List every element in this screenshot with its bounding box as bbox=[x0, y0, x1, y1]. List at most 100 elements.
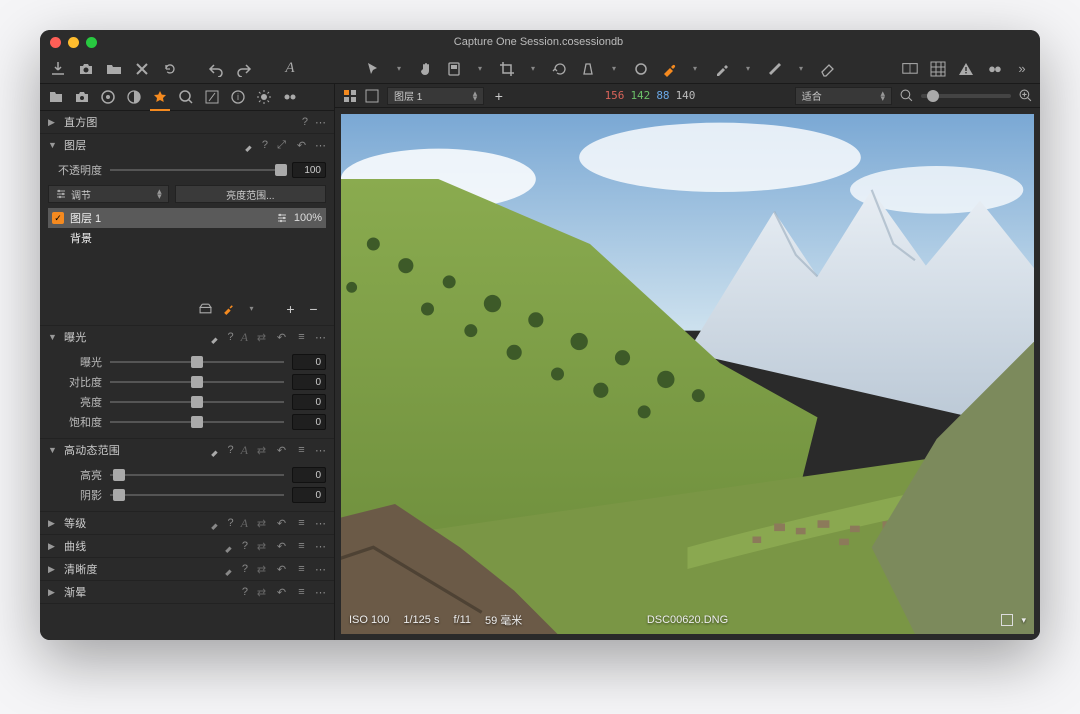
cursor-icon[interactable] bbox=[365, 61, 381, 77]
reset-panel-icon[interactable]: ↶ bbox=[275, 331, 288, 344]
auto-icon[interactable]: A bbox=[241, 330, 248, 345]
help-icon[interactable]: ? bbox=[228, 331, 234, 343]
panel-collapsed-header[interactable]: ▶ 清晰度 ? ⇄ ↶ ≡ ⋯ bbox=[40, 558, 334, 580]
preset-icon[interactable]: ≡ bbox=[295, 331, 308, 344]
remove-layer-icon[interactable]: − bbox=[307, 302, 320, 315]
gradient-chevron-icon[interactable]: ▾ bbox=[795, 62, 808, 75]
expand-icon[interactable]: ⤢ bbox=[275, 139, 288, 152]
help-icon[interactable]: ? bbox=[242, 540, 248, 552]
tab-details-icon[interactable] bbox=[178, 89, 194, 105]
close-icon[interactable] bbox=[134, 61, 150, 77]
panel-layers-header[interactable]: ▼ 图层 ? ⤢ ↶ ⋯ bbox=[40, 134, 334, 156]
slider[interactable] bbox=[110, 468, 284, 482]
eyedropper-chevron-icon[interactable]: ▾ bbox=[742, 62, 755, 75]
preset-icon[interactable]: ≡ bbox=[295, 540, 308, 553]
crop-chevron-icon[interactable]: ▾ bbox=[527, 62, 540, 75]
hand-icon[interactable] bbox=[418, 61, 434, 77]
reset-panel-icon[interactable]: ↶ bbox=[275, 586, 288, 599]
menu-icon[interactable]: ⋯ bbox=[315, 444, 326, 457]
slider[interactable] bbox=[110, 415, 284, 429]
brush-mask-chevron-icon[interactable]: ▾ bbox=[689, 62, 702, 75]
panel-collapsed-header[interactable]: ▶ 等级 ? A ⇄ ↶ ≡ ⋯ bbox=[40, 512, 334, 534]
erase-mask-icon[interactable] bbox=[820, 61, 836, 77]
import-icon[interactable] bbox=[50, 61, 66, 77]
auto-icon[interactable]: A bbox=[241, 516, 248, 531]
preset-icon[interactable]: ≡ bbox=[295, 444, 308, 457]
tab-metadata-icon[interactable]: i bbox=[230, 89, 246, 105]
warning-icon[interactable] bbox=[958, 61, 974, 77]
tab-output-icon[interactable] bbox=[256, 89, 272, 105]
reset-panel-icon[interactable]: ↶ bbox=[275, 563, 288, 576]
panel-collapsed-header[interactable]: ▶ 渐晕 ? ⇄ ↶ ≡ ⋯ bbox=[40, 581, 334, 603]
brush-layer-icon[interactable] bbox=[222, 302, 235, 315]
overflow-icon[interactable]: » bbox=[1014, 61, 1030, 77]
tab-library-icon[interactable] bbox=[48, 89, 64, 105]
help-icon[interactable]: ? bbox=[262, 139, 268, 151]
add-layer-viewer-icon[interactable]: + bbox=[492, 89, 505, 102]
copy-icon[interactable]: ⇄ bbox=[255, 540, 268, 553]
spot-icon[interactable] bbox=[633, 61, 649, 77]
menu-icon[interactable]: ⋯ bbox=[315, 331, 326, 344]
copy-icon[interactable]: ⇄ bbox=[255, 563, 268, 576]
menu-icon[interactable]: ⋯ bbox=[315, 139, 326, 152]
panel-histogram-header[interactable]: ▶ 直方图 ? ⋯ bbox=[40, 111, 334, 133]
layer-visible-checkbox[interactable]: ✓ bbox=[52, 212, 64, 224]
maximize-window-button[interactable] bbox=[86, 37, 97, 48]
annotation-icon[interactable]: A bbox=[282, 61, 298, 77]
reset-panel-icon[interactable]: ↶ bbox=[275, 444, 288, 457]
minimize-window-button[interactable] bbox=[68, 37, 79, 48]
slider-value[interactable]: 0 bbox=[292, 414, 326, 430]
copy-icon[interactable]: ⇄ bbox=[255, 517, 268, 530]
menu-icon[interactable]: ⋯ bbox=[315, 563, 326, 576]
reset-panel-icon[interactable]: ↶ bbox=[275, 517, 288, 530]
copy-icon[interactable]: ⇄ bbox=[255, 586, 268, 599]
preset-icon[interactable]: ≡ bbox=[295, 586, 308, 599]
slider-value[interactable]: 0 bbox=[292, 467, 326, 483]
zoom-dropdown[interactable]: 适合▴▾ bbox=[795, 87, 892, 105]
tab-capture-icon[interactable] bbox=[74, 89, 90, 105]
eyedropper-icon[interactable] bbox=[714, 61, 730, 77]
keystone-icon[interactable] bbox=[580, 61, 596, 77]
adjust-dropdown[interactable]: 调节 ▴▾ bbox=[48, 185, 169, 203]
tab-exposure-icon[interactable] bbox=[152, 89, 168, 105]
reset-icon[interactable] bbox=[162, 61, 178, 77]
opacity-slider[interactable] bbox=[110, 163, 284, 177]
brush-layer-chevron-icon[interactable]: ▾ bbox=[245, 302, 258, 315]
viewer-layer-dropdown[interactable]: 图层 1▴▾ bbox=[387, 87, 484, 105]
panel-hdr-header[interactable]: ▼ 高动态范围 ? A ⇄ ↶ ≡ ⋯ bbox=[40, 439, 334, 461]
rating-chevron-icon[interactable]: ▾ bbox=[1021, 615, 1026, 626]
copy-icon[interactable]: ⇄ bbox=[255, 444, 268, 457]
menu-icon[interactable]: ⋯ bbox=[315, 116, 326, 129]
help-icon[interactable]: ? bbox=[228, 444, 234, 456]
crop-icon[interactable] bbox=[499, 61, 515, 77]
close-window-button[interactable] bbox=[50, 37, 61, 48]
brush-mask-icon[interactable] bbox=[661, 61, 677, 77]
copy-layer-icon[interactable] bbox=[199, 302, 212, 315]
undo-icon[interactable] bbox=[208, 61, 224, 77]
slider[interactable] bbox=[110, 375, 284, 389]
folder-icon[interactable] bbox=[106, 61, 122, 77]
camera-icon[interactable] bbox=[78, 61, 94, 77]
layer-sliders-icon[interactable] bbox=[276, 212, 288, 224]
cursor-chevron-icon[interactable]: ▾ bbox=[393, 62, 406, 75]
panel-collapsed-header[interactable]: ▶ 曲线 ? ⇄ ↶ ≡ ⋯ bbox=[40, 535, 334, 557]
slider[interactable] bbox=[110, 488, 284, 502]
tab-color-icon[interactable] bbox=[126, 89, 142, 105]
redo-icon[interactable] bbox=[236, 61, 252, 77]
layer-row[interactable]: 背景 bbox=[48, 228, 326, 248]
help-icon[interactable]: ? bbox=[242, 586, 248, 598]
tab-adjustments-icon[interactable] bbox=[204, 89, 220, 105]
color-tag-icon[interactable] bbox=[1001, 614, 1013, 626]
keystone-chevron-icon[interactable]: ▾ bbox=[608, 62, 621, 75]
copy-icon[interactable]: ⇄ bbox=[255, 331, 268, 344]
grid-icon[interactable] bbox=[930, 61, 946, 77]
menu-icon[interactable]: ⋯ bbox=[315, 517, 326, 530]
slider-value[interactable]: 0 bbox=[292, 374, 326, 390]
slider-value[interactable]: 0 bbox=[292, 394, 326, 410]
help-icon[interactable]: ? bbox=[302, 116, 308, 128]
luma-range-button[interactable]: 亮度范围... bbox=[175, 185, 326, 203]
reset-panel-icon[interactable]: ↶ bbox=[275, 540, 288, 553]
menu-icon[interactable]: ⋯ bbox=[315, 586, 326, 599]
slider[interactable] bbox=[110, 355, 284, 369]
viewer-single-icon[interactable] bbox=[365, 89, 379, 103]
